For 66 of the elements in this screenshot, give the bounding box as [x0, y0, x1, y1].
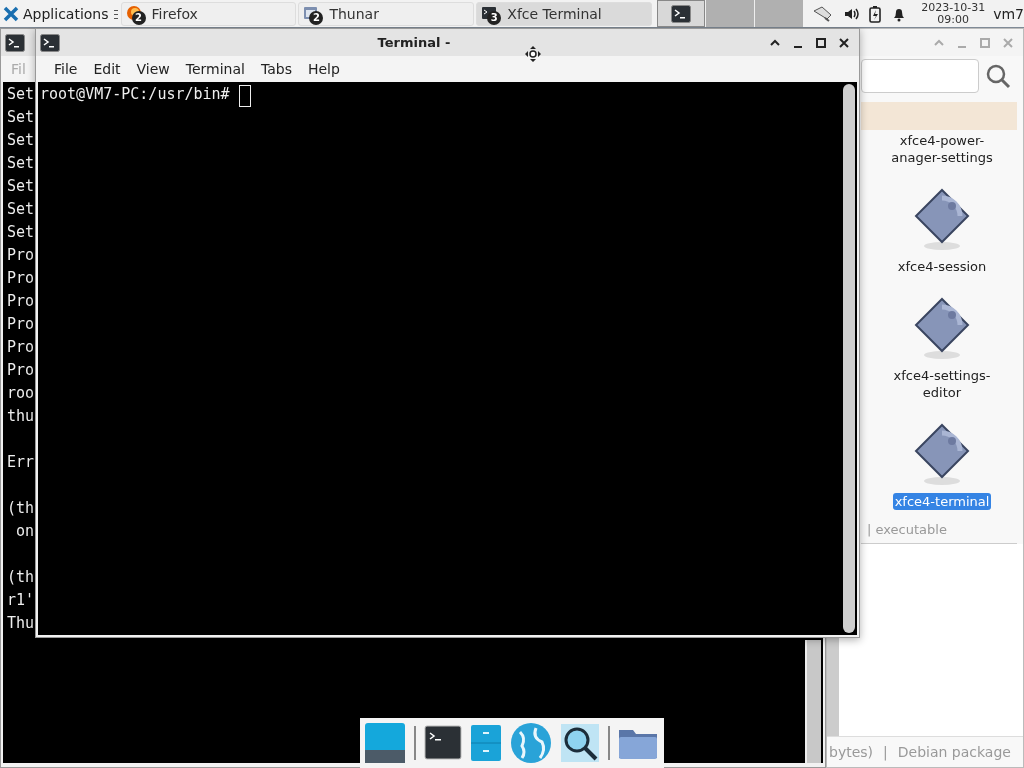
network-icon[interactable] [811, 4, 834, 23]
file-label[interactable]: xfce4-session [895, 258, 989, 275]
x-logo-icon [3, 5, 19, 22]
taskbar-button[interactable]: 2 Firefox [120, 1, 297, 26]
terminal-line: (th [7, 498, 35, 519]
gear-diamond-icon[interactable] [912, 423, 972, 487]
terminal-line: Set [7, 199, 35, 220]
terminal-line: thu [7, 406, 35, 427]
terminal-icon[interactable] [5, 33, 25, 52]
terminal-line: Pro [7, 337, 35, 358]
menu-item[interactable]: Edit [85, 61, 129, 77]
count-badge: 2 [309, 10, 324, 25]
desktop-icon[interactable] [364, 722, 406, 764]
status-text: | [883, 744, 888, 760]
menu-item[interactable]: View [128, 61, 178, 77]
file-cabinet-icon[interactable] [470, 724, 502, 762]
status-text: bytes) [829, 744, 874, 760]
file-label[interactable]: xfce4-power- anager-settings [889, 132, 995, 166]
menu-item[interactable]: Tabs [252, 61, 300, 77]
terminal-line: Set [7, 153, 35, 174]
window-title: Terminal - [376, 35, 452, 50]
clock-time[interactable]: 09:00 [921, 13, 986, 26]
terminal-line: Thu [7, 613, 35, 634]
taskbar-button[interactable]: 3 Xfce Terminal [476, 1, 653, 26]
terminal-icon[interactable] [424, 725, 462, 761]
search-field[interactable] [861, 59, 979, 93]
close-icon[interactable] [837, 35, 851, 50]
terminal-line: Pro [7, 291, 35, 312]
search-icon[interactable] [560, 723, 600, 763]
terminal-line: Set [7, 84, 35, 105]
terminal-line: roo [7, 383, 35, 404]
status-text: Debian package [897, 744, 1011, 760]
terminal-line: r1' [7, 590, 35, 611]
terminal-line: Set [7, 176, 35, 197]
maximize-icon[interactable] [814, 35, 828, 50]
file-label[interactable]: xfce4-settings- editor [891, 367, 993, 401]
terminal-line: (th [7, 567, 35, 588]
file-label[interactable]: xfce4-terminal [892, 493, 992, 510]
menu-item[interactable]: File [46, 61, 86, 77]
terminal-icon[interactable] [40, 33, 60, 52]
scrollbar[interactable] [805, 640, 821, 763]
battery-icon[interactable] [869, 4, 882, 23]
gear-diamond-icon[interactable] [912, 188, 972, 252]
terminal-line: Pro [7, 360, 35, 381]
terminal-line: Pro [7, 245, 35, 266]
text-cursor [238, 85, 251, 107]
terminal-icon [671, 4, 692, 23]
workspace-switcher[interactable] [657, 0, 804, 27]
terminal-line: Err [7, 452, 35, 473]
globe-icon[interactable] [510, 722, 552, 764]
clock-date[interactable]: 2023-10-31 [921, 1, 986, 14]
terminal-line: Set [7, 222, 35, 243]
applications-menu[interactable]: Applications [0, 5, 111, 22]
menu-item[interactable]: Help [299, 61, 348, 77]
terminal-line: Pro [7, 314, 35, 335]
terminal-line: on [15, 521, 35, 542]
terminal-line: Set [7, 130, 35, 151]
gear-diamond-icon[interactable] [912, 297, 972, 361]
handle-icon[interactable] [113, 7, 118, 20]
terminal-prompt: root@VM7-PC:/usr/bin# [40, 84, 230, 105]
taskbar-button[interactable]: 2 Thunar [298, 1, 475, 26]
user-name[interactable]: vm7 [993, 5, 1024, 22]
scrollbar[interactable] [843, 84, 855, 633]
terminal-line: Pro [7, 268, 35, 289]
menu-item[interactable]: Terminal [177, 61, 253, 77]
terminal-line: Set [7, 107, 35, 128]
